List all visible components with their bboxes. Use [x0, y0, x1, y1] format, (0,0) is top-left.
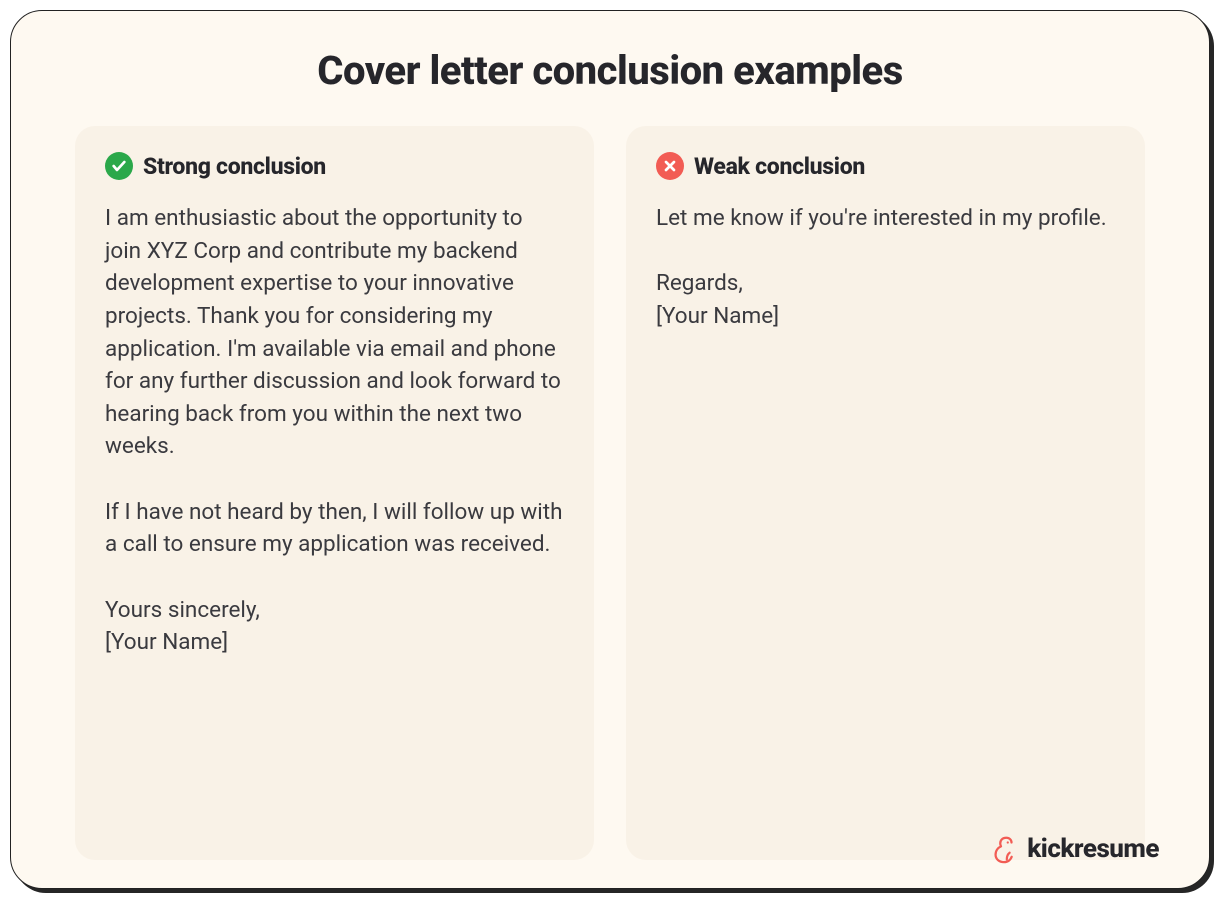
- strong-panel-header: Strong conclusion: [105, 152, 564, 180]
- columns: Strong conclusion I am enthusiastic abou…: [75, 126, 1145, 860]
- check-icon: [105, 152, 133, 180]
- card: Cover letter conclusion examples Strong …: [10, 10, 1210, 889]
- brand-text: kickresume: [1027, 834, 1159, 864]
- strong-panel-title: Strong conclusion: [143, 153, 326, 180]
- weak-conclusion-panel: Weak conclusion Let me know if you're in…: [626, 126, 1145, 860]
- strong-conclusion-panel: Strong conclusion I am enthusiastic abou…: [75, 126, 594, 860]
- weak-panel-body: Let me know if you're interested in my p…: [656, 202, 1115, 333]
- strong-panel-body: I am enthusiastic about the opportunity …: [105, 202, 564, 659]
- weak-panel-header: Weak conclusion: [656, 152, 1115, 180]
- brand: kickresume: [989, 834, 1159, 864]
- brand-logo-icon: [989, 834, 1019, 864]
- weak-panel-title: Weak conclusion: [694, 153, 865, 180]
- cross-icon: [656, 152, 684, 180]
- page-title: Cover letter conclusion examples: [75, 47, 1145, 94]
